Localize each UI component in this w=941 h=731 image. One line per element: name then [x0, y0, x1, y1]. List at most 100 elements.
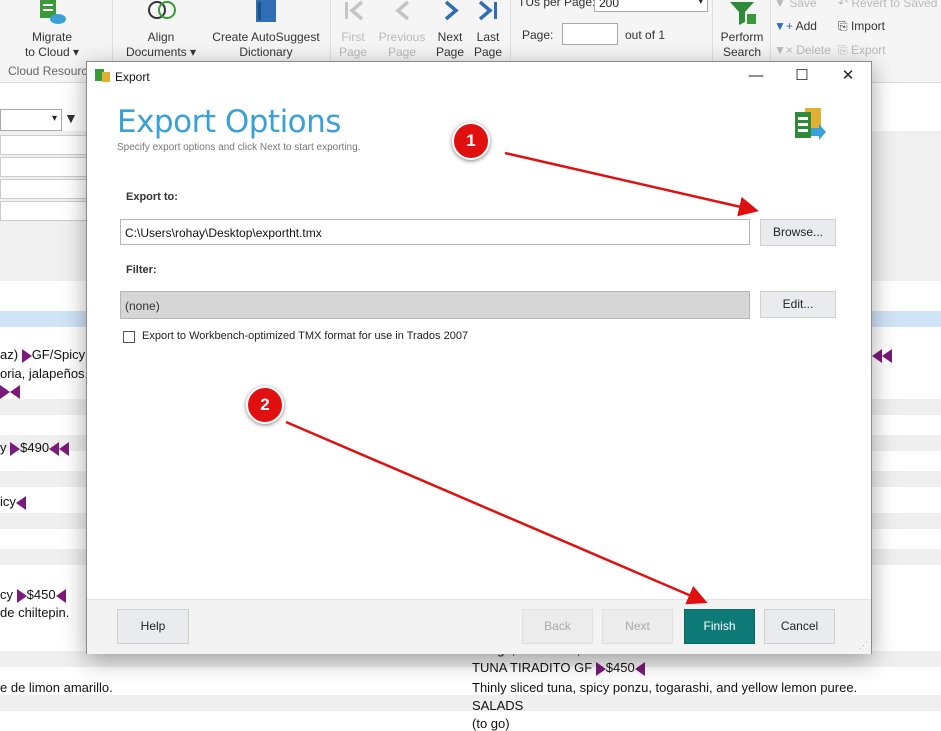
delete-button[interactable]: ▼× Delete [774, 43, 831, 57]
filter-field[interactable] [0, 179, 88, 199]
list-item: TUNA TIRADITO GF $450 [472, 660, 645, 676]
back-button[interactable]: Back [522, 609, 593, 644]
filter-field[interactable] [0, 135, 88, 155]
align-icon [148, 1, 176, 19]
import-button[interactable]: ⎘ Import [838, 19, 885, 34]
export-button[interactable]: ⎘ Export [838, 43, 886, 58]
browse-button[interactable]: Browse... [760, 219, 836, 246]
delete-filter-icon: ▼× [774, 43, 797, 57]
browse-label: Browse... [772, 225, 823, 239]
next-page-icon [444, 0, 459, 21]
row-tag-text: GF/Spicy [31, 347, 86, 362]
row-text: cy [0, 587, 13, 602]
row-price: $490 [20, 440, 50, 455]
export-path-input[interactable]: C:\Users\rohay\Desktop\exportht.tmx [120, 219, 750, 245]
row-text: az) [0, 347, 19, 362]
list-item: cy $450 [0, 587, 66, 603]
first-page-icon [345, 0, 364, 21]
align-line2: Documents ▾ [125, 45, 197, 59]
filter-input[interactable]: (none) [120, 291, 750, 319]
close-icon: ✕ [841, 67, 855, 84]
annotation-badge-1: 1 [452, 122, 490, 160]
export-to-label: Export to: [126, 191, 178, 203]
column-filter-dropdown[interactable]: ▾ [0, 109, 62, 131]
tag-open-icon [0, 384, 10, 399]
page-number-input[interactable] [562, 23, 618, 45]
tus-per-page-select[interactable]: 200 ▾ [594, 0, 708, 12]
tus-per-page-value: 200 [599, 0, 620, 10]
page-label: Page: [522, 28, 554, 42]
perform-search-line2: Search [722, 45, 762, 59]
previous-page-icon [395, 0, 410, 21]
row-price: $450 [605, 660, 635, 675]
resize-grip-icon[interactable]: ⋰ [859, 640, 868, 651]
export-path-value: C:\Users\rohay\Desktop\exportht.tmx [125, 226, 322, 240]
previous-page-line2: Page [387, 45, 417, 59]
list-item: de chiltepin. [0, 605, 70, 620]
finish-button[interactable]: Finish [684, 609, 755, 644]
dialog-footer: Help Back Next Finish Cancel ⋰ [87, 599, 871, 654]
last-page-icon [478, 0, 497, 21]
next-button[interactable]: Next [602, 609, 673, 644]
row-text: icy [0, 494, 16, 509]
add-label: Add [795, 19, 817, 33]
export-wizard-icon [795, 108, 826, 140]
cloud-migrate-icon [40, 0, 66, 24]
dialog-title: Export [115, 70, 150, 84]
revert-icon: ↶ [838, 0, 852, 10]
grid-header-panel [870, 131, 941, 281]
filter-icon[interactable]: ▼ [64, 110, 78, 126]
tag-close-icon [10, 384, 20, 399]
page-count: out of 1 [625, 28, 666, 42]
back-label: Back [544, 619, 571, 633]
import-icon: ⎘ [838, 19, 851, 33]
list-item: e de limon amarillo. [0, 680, 113, 695]
edit-label: Edit... [782, 297, 814, 311]
save-button[interactable]: ▼ Save [774, 0, 817, 10]
add-button[interactable]: ▼+ Add [774, 19, 817, 33]
migrate-line2: to Cloud ▾ [24, 45, 80, 59]
dialog-titlebar[interactable]: Export — ☐ ✕ [87, 62, 871, 90]
list-item: Thinly sliced tuna, spicy ponzu, togaras… [472, 680, 858, 695]
chevron-down-icon: ▾ [698, 0, 703, 6]
next-label: Next [625, 619, 650, 633]
filter-field[interactable] [0, 201, 88, 221]
minimize-icon: — [748, 67, 764, 84]
edit-filter-button[interactable]: Edit... [760, 291, 836, 318]
filter-field[interactable] [0, 157, 88, 177]
list-item: y $490 [0, 440, 70, 456]
search-filter-icon [730, 2, 756, 25]
filter-value: (none) [125, 299, 160, 313]
cancel-button[interactable]: Cancel [764, 609, 835, 644]
finish-label: Finish [703, 619, 736, 633]
autosuggest-line2: Dictionary [239, 45, 293, 59]
migrate-line1: Migrate [31, 30, 72, 44]
filter-label: Filter: [126, 264, 157, 276]
close-button[interactable]: ✕ [825, 62, 871, 90]
list-item: az) GF/Spicy [0, 347, 85, 363]
maximize-button[interactable]: ☐ [779, 62, 825, 90]
tag-open-icon [16, 588, 27, 603]
workbench-tmx-checkbox-label[interactable]: Export to Workbench-optimized TMX format… [142, 330, 468, 342]
row-text: TUNA TIRADITO GF [472, 660, 593, 675]
revert-to-saved-button[interactable]: ↶ Revert to Saved [838, 0, 937, 10]
last-page-line1: Last [476, 30, 500, 44]
list-item: SALADS [472, 698, 524, 713]
tag-open-icon [595, 661, 606, 676]
align-line1: Align [147, 30, 175, 44]
maximize-icon: ☐ [795, 67, 809, 84]
add-filter-icon: ▼+ [774, 19, 796, 33]
tag-close-icon [59, 441, 70, 456]
export-label: Export [850, 43, 886, 57]
cancel-label: Cancel [780, 619, 819, 633]
tag-close-icon [872, 348, 882, 363]
row-price: $450 [26, 587, 56, 602]
tag-close-icon [882, 348, 892, 363]
minimize-button[interactable]: — [733, 62, 779, 90]
cloud-resources-group-label: Cloud Resourc [8, 64, 88, 78]
tag-open-icon [21, 348, 32, 363]
export-icon: ⎘ [838, 43, 851, 57]
help-button[interactable]: Help [117, 609, 189, 644]
table-row [0, 695, 941, 711]
workbench-tmx-checkbox[interactable] [123, 331, 135, 343]
